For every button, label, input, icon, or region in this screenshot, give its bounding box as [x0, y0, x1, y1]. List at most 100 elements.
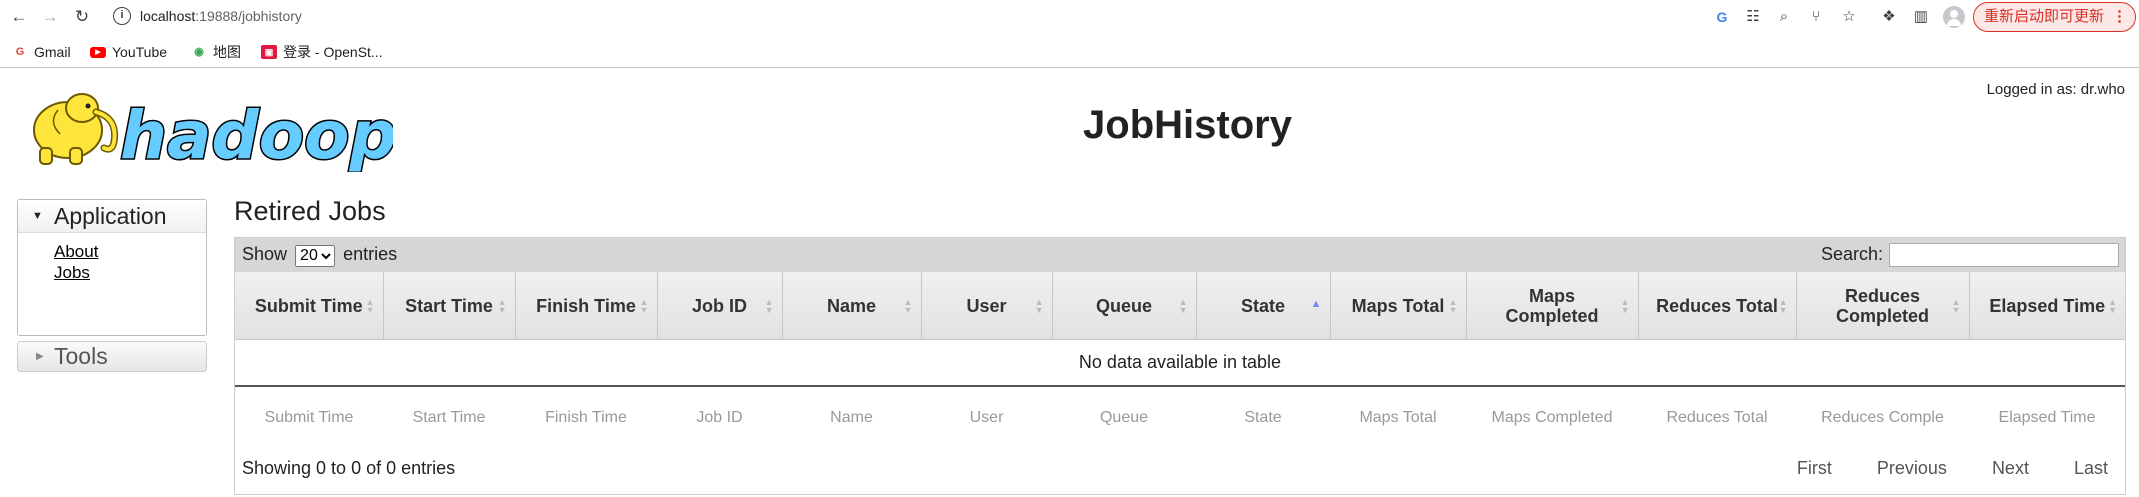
logged-in-status: Logged in as: dr.who — [1986, 81, 2125, 98]
column-header-label: State — [1240, 295, 1285, 316]
share-icon[interactable]: ⑂ — [1805, 6, 1827, 28]
table-info: Showing 0 to 0 of 0 entries — [242, 458, 456, 478]
bookmark-label: YouTube — [112, 44, 168, 60]
column-filter[interactable]: State — [1196, 386, 1330, 450]
column-filter[interactable]: Reduces Comple — [1796, 386, 1969, 450]
column-filter[interactable]: Submit Time — [235, 386, 383, 450]
extensions-icon[interactable]: ❖ — [1878, 6, 1900, 28]
sidebar-link-about[interactable]: About — [54, 241, 206, 262]
pagination-last[interactable]: Last — [2074, 458, 2108, 478]
triangle-down-icon: ▼ — [32, 210, 43, 222]
column-filter[interactable]: Queue — [1052, 386, 1196, 450]
bookmark-label: Gmail — [34, 44, 71, 60]
sort-icon: ▲ ▼ — [1951, 297, 1961, 315]
google-icon: G — [15, 46, 25, 59]
column-header[interactable]: Queue ▲ ▼ — [1052, 272, 1197, 340]
search-label: Search: — [1820, 243, 1883, 264]
bookmark-openstack[interactable]: ▣ 登录 - OpenSt... — [261, 42, 383, 62]
column-filter[interactable]: Reduces Total — [1638, 386, 1796, 450]
bookmarks-bar: G Gmail ▶ YouTube ◉ 地图 ▣ 登录 - OpenSt... — [0, 37, 2139, 68]
bookmark-maps[interactable]: ◉ 地图 — [191, 42, 241, 62]
sort-icon: ▲ ▼ — [1034, 297, 1044, 315]
openstack-icon: ▣ — [261, 45, 277, 60]
bookmark-star-icon[interactable]: ☆ — [1838, 6, 1860, 28]
column-filter[interactable]: Maps Completed — [1466, 386, 1638, 450]
search-input[interactable] — [1889, 243, 2119, 267]
zoom-icon[interactable]: ⌕ — [1773, 6, 1795, 28]
retired-jobs-table-panel: Show 20 entries Search: Submit Time ▲ ▼ St… — [234, 237, 2126, 495]
triangle-right-icon: ▶ — [36, 351, 44, 362]
column-header[interactable]: Maps Total ▲ ▼ — [1330, 272, 1467, 340]
sort-icon: ▲ ▼ — [2108, 297, 2117, 315]
sort-icon: ▲ ▼ — [497, 297, 507, 315]
table-footer-row: Submit Time Start Time Finish Time Job I… — [235, 386, 2125, 450]
google-icon[interactable]: G — [1711, 6, 1733, 28]
youtube-icon: ▶ — [90, 46, 106, 58]
sidebar-link-jobs[interactable]: Jobs — [54, 262, 206, 283]
sort-icon: ▲ ▼ — [1448, 297, 1458, 315]
column-header[interactable]: Start Time ▲ ▼ — [383, 272, 516, 340]
column-filter[interactable]: Elapsed Time — [1969, 386, 2125, 450]
update-label: 重新启动即可更新 — [1984, 8, 2105, 25]
sort-icon: ▲ ▼ — [639, 297, 649, 315]
forward-icon[interactable]: → — [38, 5, 62, 29]
column-filter[interactable]: Name — [782, 386, 921, 450]
page-size-select[interactable]: 20 — [295, 244, 336, 267]
update-restart-button[interactable]: 重新启动即可更新 ⋮ — [1973, 2, 2136, 32]
column-header[interactable]: Name ▲ ▼ — [782, 272, 922, 340]
column-filter[interactable]: Maps Total — [1330, 386, 1466, 450]
column-filter[interactable]: User — [921, 386, 1052, 450]
column-header-label: Finish Time — [536, 295, 636, 316]
column-header-label: Reduces Total — [1656, 295, 1778, 316]
profile-avatar-icon[interactable] — [1943, 6, 1965, 28]
entries-label: entries — [343, 244, 398, 264]
url-host: localhost — [140, 8, 196, 24]
address-bar[interactable]: localhost:19888/jobhistory — [140, 8, 302, 24]
sort-icon: ▲ ▼ — [1778, 297, 1788, 315]
column-header[interactable]: Finish Time ▲ ▼ — [515, 272, 658, 340]
column-header[interactable]: Job ID ▲ ▼ — [657, 272, 783, 340]
site-info-icon[interactable]: i — [113, 7, 131, 25]
jobs-table: Submit Time ▲ ▼ Start Time ▲ ▼ Finish Time ▲ ▼… — [235, 272, 2125, 450]
bookmark-youtube[interactable]: ▶ YouTube — [90, 42, 167, 62]
sort-icon: ▲ ▼ — [1178, 297, 1188, 315]
sidebar-application-header[interactable]: ▼ Application — [18, 200, 206, 233]
pagination-previous[interactable]: Previous — [1877, 458, 1947, 478]
browser-toolbar: ← → ↻ i localhost:19888/jobhistory G ☷ ⌕… — [0, 0, 2139, 34]
pagination-first[interactable]: First — [1797, 458, 1832, 478]
column-header[interactable]: Reduces Completed ▲ ▼ — [1796, 272, 1970, 340]
sort-icon: ▲ ▼ — [1620, 297, 1630, 315]
column-header-label: Elapsed Time — [1989, 295, 2106, 316]
sidebar-application-label: Application — [54, 203, 167, 229]
more-menu-icon[interactable]: ⋮ — [2112, 3, 2127, 31]
column-header[interactable]: Reduces Total ▲ ▼ — [1638, 272, 1797, 340]
show-label: Show — [242, 244, 288, 264]
table-controls: Show 20 entries Search: — [235, 238, 2125, 272]
search-control: Search: — [1821, 243, 2119, 267]
sort-icon: ▲ ▼ — [764, 297, 774, 315]
column-header[interactable]: Elapsed Time ▲ ▼ — [1969, 272, 2125, 340]
column-header-sorted[interactable]: State ▲ — [1196, 272, 1331, 340]
sort-ascending-icon: ▲ — [1310, 298, 1322, 310]
column-filter[interactable]: Finish Time — [515, 386, 657, 450]
bookmark-gmail[interactable]: G Gmail — [12, 42, 71, 62]
column-header-label: Maps Completed — [1505, 285, 1599, 326]
column-header-label: User — [966, 295, 1007, 316]
back-icon[interactable]: ← — [7, 5, 31, 29]
column-filter[interactable]: Start Time — [383, 386, 515, 450]
column-filter[interactable]: Job ID — [657, 386, 782, 450]
empty-table-message: No data available in table — [235, 339, 2125, 387]
pagination: First Previous Next Last — [1757, 458, 2108, 479]
sidebar-tools[interactable]: ▶ Tools — [17, 341, 207, 372]
translate-icon[interactable]: ☷ — [1742, 6, 1764, 28]
pagination-next[interactable]: Next — [1992, 458, 2029, 478]
sort-icon: ▲ ▼ — [365, 297, 375, 315]
page-title: JobHistory — [1083, 103, 1292, 147]
column-header[interactable]: Submit Time ▲ ▼ — [235, 272, 384, 340]
url-path: :19888/jobhistory — [195, 8, 302, 24]
column-header[interactable]: Maps Completed ▲ ▼ — [1466, 272, 1639, 340]
side-panel-icon[interactable]: ▥ — [1910, 6, 1932, 28]
column-header[interactable]: User ▲ ▼ — [921, 272, 1053, 340]
reload-icon[interactable]: ↻ — [70, 5, 94, 29]
column-header-label: Submit Time — [254, 295, 363, 316]
